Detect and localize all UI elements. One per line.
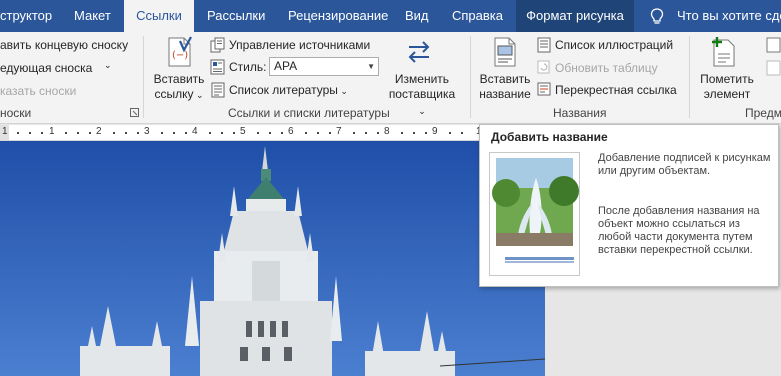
- insert-caption-tooltip: Добавить название Добавление подписей к …: [479, 124, 779, 287]
- tooltip-title: Добавить название: [491, 130, 608, 144]
- tab-design[interactable]: структор: [0, 0, 62, 32]
- tooltip-details: После добавления названия на объект можн…: [598, 205, 760, 256]
- tab-help[interactable]: Справка: [452, 0, 512, 32]
- show-notes-button[interactable]: казать сноски: [0, 84, 76, 98]
- ruler-number: 4: [192, 126, 198, 137]
- fountain-thumbnail: [492, 158, 579, 263]
- ruler-number: 8: [384, 126, 390, 137]
- dialog-launcher-icon[interactable]: [130, 108, 139, 117]
- ruler-number: 7: [336, 126, 342, 137]
- ruler-number: 1: [49, 126, 55, 137]
- mark-entry-button[interactable]: Пометить элемент: [694, 72, 760, 102]
- next-footnote-button[interactable]: едующая сноска: [0, 61, 92, 75]
- change-provider-icon: [408, 41, 430, 63]
- ruler-number: 2: [96, 126, 102, 137]
- cross-reference-button[interactable]: Перекрестная ссылка: [555, 83, 677, 97]
- insert-citation-button[interactable]: Вставить ссылку ⌄: [148, 72, 210, 103]
- manage-sources-icon: [210, 37, 225, 53]
- ribbon: авить концевую сноску едующая сноска ⌄ к…: [0, 32, 781, 124]
- next-footnote-dropdown-icon[interactable]: ⌄: [104, 60, 112, 71]
- index-group-label: Предме: [745, 106, 781, 120]
- insert-caption-button[interactable]: Вставить название: [474, 72, 536, 102]
- ruler-number: 6: [288, 126, 294, 137]
- insert-endnote-button[interactable]: авить концевую сноску: [0, 38, 128, 52]
- table-of-figures-button[interactable]: Список иллюстраций: [555, 38, 673, 52]
- insert-citation-icon: (−): [168, 36, 192, 67]
- tab-mailings[interactable]: Рассылки: [207, 0, 277, 32]
- mark-entry-icon: [712, 37, 735, 67]
- lightbulb-icon: [650, 8, 664, 24]
- tab-picture-format[interactable]: Формат рисунка: [516, 0, 634, 32]
- citations-group-label: Ссылки и списки литературы: [228, 106, 390, 120]
- style-label: Стиль:: [229, 60, 267, 74]
- bibliography-button[interactable]: Список литературы ⌄: [229, 83, 348, 97]
- horizontal-ruler[interactable]: 1 1 2 3 4 5 6 7 8 9 10: [0, 125, 545, 141]
- manage-sources-button[interactable]: Управление источниками: [229, 38, 370, 52]
- svg-text:(−): (−): [172, 50, 188, 61]
- tab-review[interactable]: Рецензирование: [288, 0, 388, 32]
- ribbon-tab-bar: структор Макет Ссылки Рассылки Рецензиро…: [0, 0, 781, 32]
- update-index-icon: [766, 60, 781, 76]
- insert-caption-icon: [494, 37, 516, 67]
- ruler-number: 3: [144, 126, 150, 137]
- table-of-figures-icon: [537, 37, 551, 53]
- document-page[interactable]: [0, 141, 545, 376]
- tab-references[interactable]: Ссылки: [124, 0, 194, 32]
- ruler-number: 1: [2, 126, 8, 137]
- insert-index-icon: [766, 37, 781, 53]
- tooltip-preview-image: [489, 152, 580, 276]
- tab-layout[interactable]: Макет: [74, 0, 124, 32]
- cross-reference-icon: [537, 82, 551, 96]
- captions-group-label: Названия: [553, 106, 607, 120]
- style-icon: [210, 59, 225, 75]
- tab-view[interactable]: Вид: [405, 0, 435, 32]
- tooltip-description: Добавление подписей к рисункам или други…: [598, 152, 771, 177]
- citation-style-select[interactable]: APA ▼: [269, 57, 379, 76]
- footnotes-group-label: носки: [0, 106, 32, 120]
- update-table-button[interactable]: Обновить таблицу: [555, 61, 658, 75]
- change-provider-button[interactable]: Изменить поставщика ⌄: [384, 72, 460, 119]
- ruler-number: 5: [240, 126, 246, 137]
- tell-me-search[interactable]: Что вы хотите сдел: [677, 0, 781, 32]
- bibliography-icon: [211, 82, 225, 98]
- building-photo[interactable]: [0, 141, 545, 376]
- ruler-number: 9: [432, 126, 438, 137]
- update-table-icon: [537, 60, 550, 74]
